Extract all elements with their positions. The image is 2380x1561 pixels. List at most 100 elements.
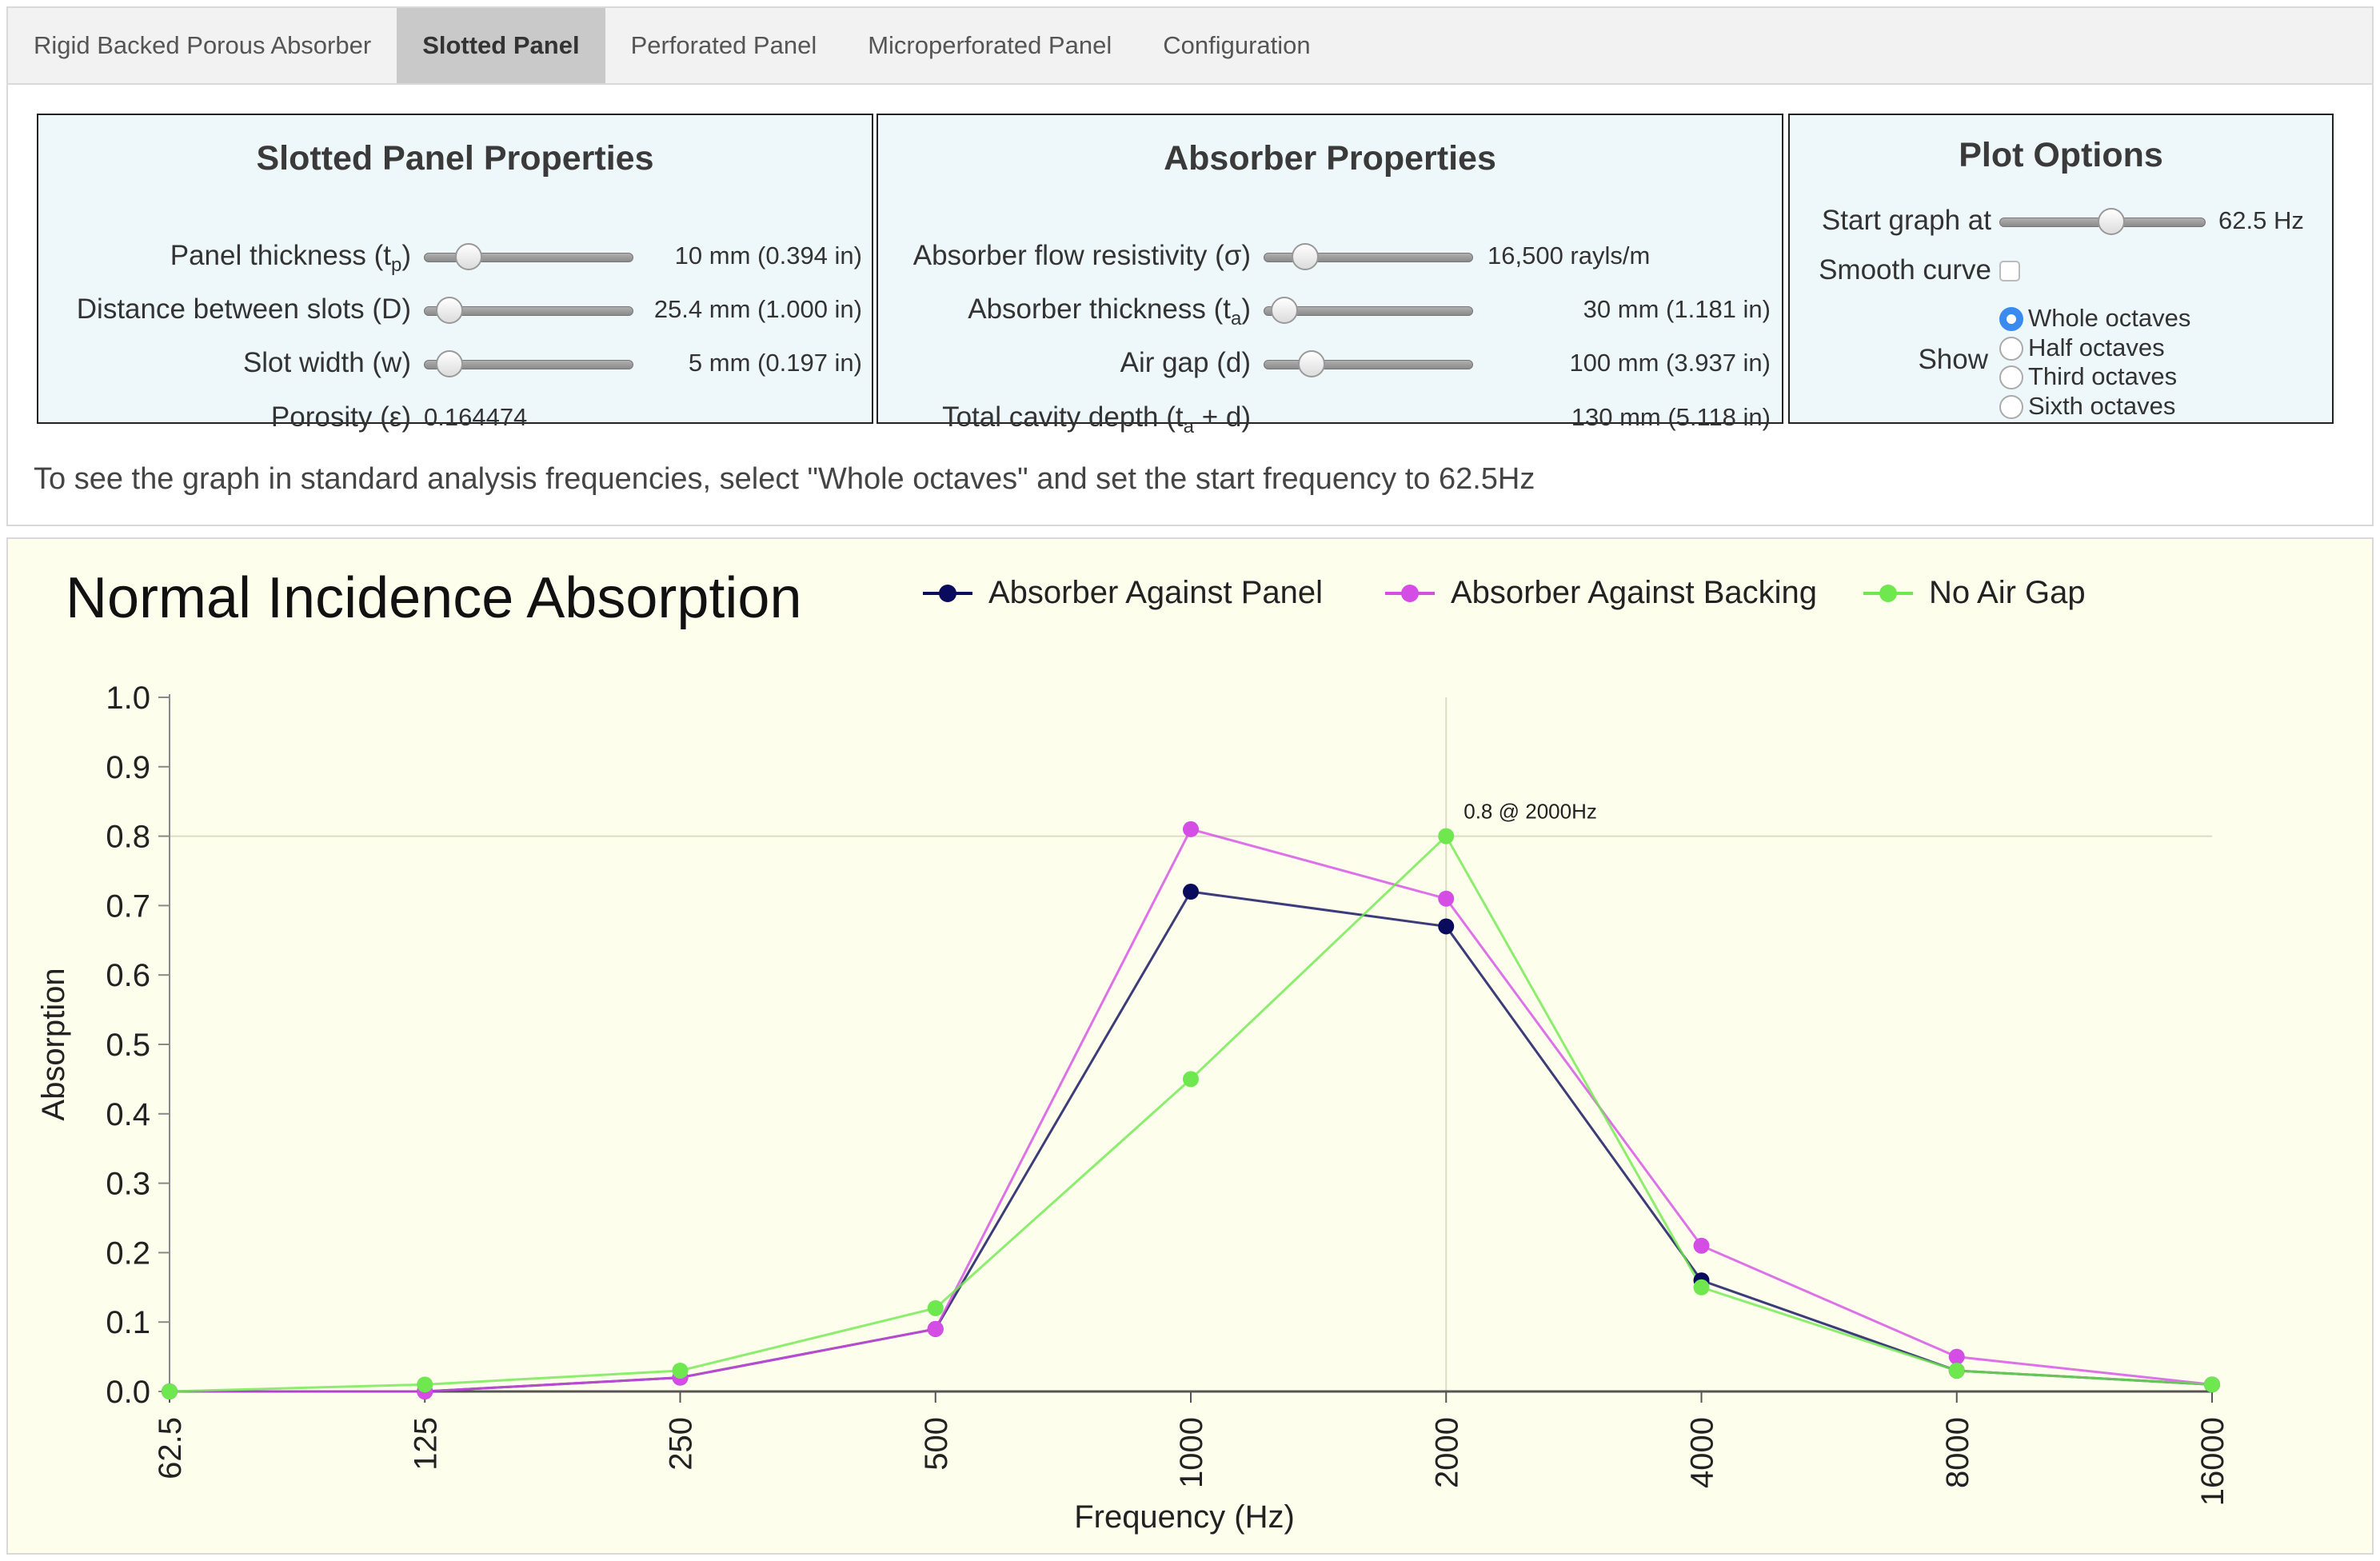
porosity-row: Porosity (ε) 0.164474	[38, 397, 875, 437]
x-tick-label-6: 4000	[1685, 1417, 1720, 1488]
slotted-panel-properties: Slotted Panel Properties Panel thickness…	[37, 114, 875, 433]
absorber-thickness-slider-handle[interactable]	[1271, 297, 1298, 324]
legend-marker-2	[1879, 585, 1897, 602]
data-point-0-5	[1438, 918, 1455, 935]
smooth-curve-checkbox[interactable]	[1999, 261, 2020, 281]
data-point-1-6	[1693, 1237, 1710, 1254]
half-octaves-label: Half octaves	[2028, 333, 2165, 361]
legend-label-0: Absorber Against Panel	[988, 575, 1323, 610]
y-tick-label-2: 0.2	[106, 1236, 150, 1271]
data-point-0-4	[1183, 884, 1199, 900]
x-tick-label-4: 1000	[1174, 1417, 1209, 1488]
x-axis-label: Frequency (Hz)	[1074, 1499, 1295, 1535]
smooth-curve-row: Smooth curve	[1790, 250, 2335, 289]
tab-slotted-panel[interactable]: Slotted Panel	[397, 8, 605, 83]
plot-options: Plot Options Start graph at 62.5 Hz Smoo…	[1788, 114, 2334, 424]
data-point-2-1	[417, 1376, 433, 1393]
slot-distance-value: 25.4 mm (1.000 in)	[653, 295, 862, 323]
air-gap-slider-handle[interactable]	[1298, 350, 1325, 377]
slot-width-value: 5 mm (0.197 in)	[688, 349, 862, 377]
sixth-octaves-radio[interactable]	[1999, 395, 2023, 419]
tab-rigid-backed-porous-absorber[interactable]: Rigid Backed Porous Absorber	[8, 8, 397, 83]
air-gap-row: Air gap (d) 100 mm (3.937 in)	[878, 342, 1785, 382]
flow-resistivity-row: Absorber flow resistivity (σ) 16,500 ray…	[878, 235, 1785, 275]
air-gap-slider[interactable]	[1264, 350, 1473, 377]
y-tick-label-9: 0.9	[106, 750, 150, 785]
y-tick-label-7: 0.7	[106, 888, 150, 924]
show-label: Show	[1918, 344, 1988, 375]
absorber-thickness-row: Absorber thickness (ta) 30 mm (1.181 in)	[878, 289, 1785, 329]
start-frequency-value: 62.5 Hz	[2218, 206, 2304, 234]
plot-options-title: Plot Options	[1959, 136, 2163, 174]
x-tick-label-8: 16000	[2195, 1417, 2230, 1506]
air-gap-value: 100 mm (3.937 in)	[1569, 349, 1771, 377]
tab-perforated-panel[interactable]: Perforated Panel	[605, 8, 843, 83]
chart-annotation: 0.8 @ 2000Hz	[1464, 800, 1597, 824]
smooth-curve-label: Smooth curve	[1819, 254, 1991, 285]
chart-container: Normal Incidence Absorption Absorber Agai…	[6, 537, 2374, 1555]
slot-width-label: Slot width (w)	[242, 347, 411, 378]
whole-octaves-label: Whole octaves	[2028, 304, 2191, 332]
x-tick-label-7: 8000	[1940, 1417, 1975, 1488]
data-point-1-7	[1948, 1348, 1965, 1365]
x-tick-label-3: 500	[919, 1417, 954, 1471]
data-point-2-6	[1693, 1279, 1710, 1296]
data-point-2-5	[1438, 828, 1455, 844]
absorption-chart: Normal Incidence Absorption Absorber Agai…	[8, 539, 2372, 1553]
flow-resistivity-label: Absorber flow resistivity (σ)	[912, 240, 1251, 271]
cavity-depth-value: 130 mm (5.118 in)	[1571, 403, 1771, 431]
slot-distance-row: Distance between slots (D) 25.4 mm (1.00…	[38, 289, 875, 329]
controls-area: Slotted Panel Properties Panel thickness…	[6, 83, 2374, 526]
tab-microperforated-panel[interactable]: Microperforated Panel	[842, 8, 1137, 83]
third-octaves-radio[interactable]	[1999, 365, 2023, 389]
y-tick-label-8: 0.8	[106, 820, 150, 855]
tab-bar: Rigid Backed Porous Absorber Slotted Pan…	[6, 6, 2374, 83]
tab-configuration[interactable]: Configuration	[1137, 8, 1336, 83]
y-tick-label-1: 0.1	[106, 1305, 150, 1340]
cavity-depth-label: Total cavity depth (ta + d)	[942, 401, 1251, 437]
y-tick-label-6: 0.6	[106, 958, 150, 993]
panel-thickness-slider[interactable]	[424, 243, 633, 270]
y-tick-label-5: 0.5	[106, 1028, 150, 1063]
legend-marker-0	[939, 585, 956, 602]
porosity-value: 0.164474	[424, 403, 528, 431]
panel-thickness-value: 10 mm (0.394 in)	[674, 242, 862, 269]
start-graph-label: Start graph at	[1821, 205, 1991, 236]
slot-distance-slider[interactable]	[424, 297, 633, 324]
y-axis-label: Absorption	[36, 968, 71, 1120]
data-point-2-7	[1948, 1362, 1965, 1379]
flow-resistivity-slider[interactable]	[1264, 243, 1473, 270]
y-tick-label-10: 1.0	[106, 681, 150, 716]
absorber-thickness-label: Absorber thickness (ta)	[968, 293, 1251, 329]
legend-label-2: No Air Gap	[1929, 575, 2086, 610]
slot-width-slider[interactable]	[424, 350, 633, 377]
data-point-1-4	[1183, 820, 1199, 837]
absorber-thickness-value: 30 mm (1.181 in)	[1583, 295, 1771, 323]
whole-octaves-radio[interactable]	[1999, 307, 2023, 331]
panel-thickness-row: Panel thickness (tp) 10 mm (0.394 in)	[38, 235, 875, 276]
data-point-2-2	[672, 1362, 689, 1379]
air-gap-label: Air gap (d)	[1120, 347, 1251, 378]
x-tick-label-5: 2000	[1429, 1417, 1464, 1488]
absorber-properties-title: Absorber Properties	[1164, 139, 1496, 178]
x-tick-label-2: 250	[664, 1417, 699, 1471]
panel-thickness-slider-handle[interactable]	[455, 243, 482, 270]
half-octaves-radio[interactable]	[1999, 337, 2023, 361]
slot-width-slider-handle[interactable]	[436, 350, 463, 377]
chart-title: Normal Incidence Absorption	[66, 566, 802, 630]
absorber-properties: Absorber Properties Absorber flow resist…	[877, 114, 1785, 437]
flow-resistivity-slider-handle[interactable]	[1292, 243, 1319, 270]
start-frequency-slider-handle[interactable]	[2098, 208, 2125, 235]
start-frequency-slider[interactable]	[1999, 208, 2206, 235]
legend-label-1: Absorber Against Backing	[1451, 575, 1817, 610]
x-tick-label-1: 125	[408, 1417, 443, 1471]
y-tick-label-3: 0.3	[106, 1167, 150, 1202]
slotted-panel-title: Slotted Panel Properties	[256, 139, 654, 178]
data-point-2-3	[927, 1300, 944, 1316]
slot-distance-label: Distance between slots (D)	[76, 293, 411, 325]
slot-distance-slider-handle[interactable]	[436, 297, 463, 324]
data-point-1-3	[927, 1320, 944, 1337]
data-point-2-0	[162, 1383, 178, 1399]
absorber-thickness-slider[interactable]	[1264, 297, 1473, 324]
data-point-2-8	[2204, 1376, 2220, 1393]
